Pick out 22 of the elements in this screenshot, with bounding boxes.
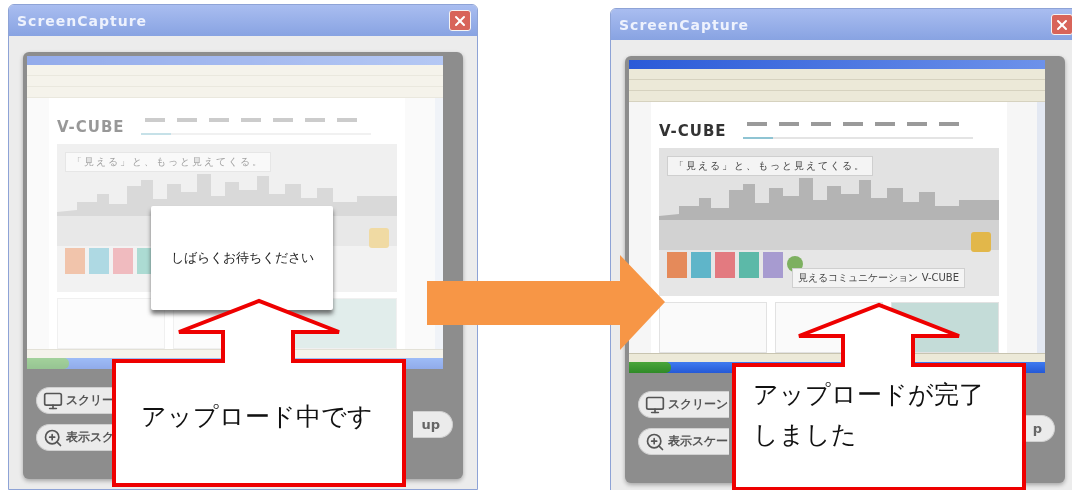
start-button[interactable] bbox=[27, 358, 69, 369]
dialog-message: しばらくお待ちください bbox=[170, 249, 314, 267]
banner-caption: 見えるコミュニケーション V-CUBE bbox=[792, 268, 965, 288]
window-title: ScreenCapture bbox=[17, 12, 148, 29]
upload-button[interactable]: p bbox=[1024, 414, 1055, 442]
monitor-icon bbox=[43, 390, 63, 411]
close-button[interactable] bbox=[1051, 14, 1072, 35]
banner-tagline: 「見える」と、もっと見えてくる。 bbox=[667, 156, 873, 176]
callout-text: アップロードが完了 しました bbox=[753, 379, 985, 451]
site-logo: V-CUBE bbox=[659, 122, 727, 140]
zoom-icon bbox=[645, 431, 665, 452]
site-logo: V-CUBE bbox=[57, 118, 125, 136]
capture-button[interactable]: 表示スク bbox=[36, 424, 115, 451]
upload-button[interactable]: up bbox=[413, 410, 453, 438]
close-button[interactable] bbox=[449, 10, 471, 31]
callout-text: アップロード中です bbox=[140, 401, 374, 433]
window-title: ScreenCapture bbox=[619, 16, 750, 33]
zoom-icon bbox=[43, 427, 63, 448]
monitor-icon bbox=[645, 394, 665, 415]
capture-button[interactable]: スクリーン bbox=[638, 391, 729, 418]
capture-button[interactable]: 表示スケー bbox=[638, 428, 729, 455]
start-button[interactable] bbox=[629, 362, 671, 373]
